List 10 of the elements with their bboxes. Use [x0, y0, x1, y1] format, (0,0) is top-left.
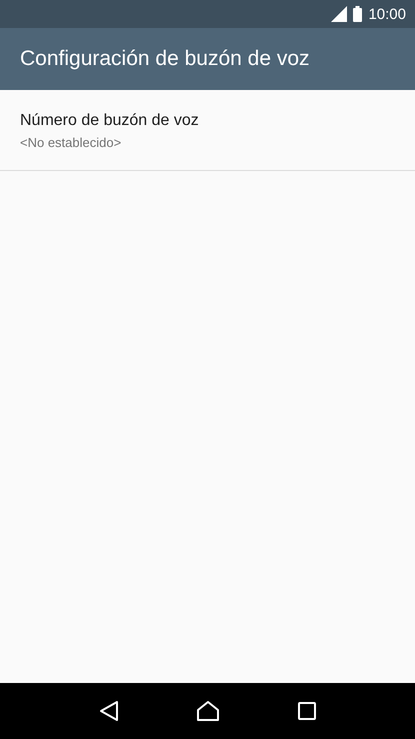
home-icon[interactable] — [196, 700, 220, 722]
status-time: 10:00 — [368, 6, 406, 22]
settings-item[interactable]: Número de buzón de voz <No establecido> — [0, 90, 415, 171]
item-summary: <No establecido> — [20, 135, 122, 150]
signal-icon — [331, 6, 348, 22]
battery-icon — [353, 6, 362, 22]
screen-title: Configuración de buzón de voz — [20, 47, 310, 71]
recents-icon[interactable] — [298, 702, 316, 720]
back-icon[interactable] — [98, 700, 119, 722]
item-title: Número de buzón de voz — [20, 112, 200, 130]
